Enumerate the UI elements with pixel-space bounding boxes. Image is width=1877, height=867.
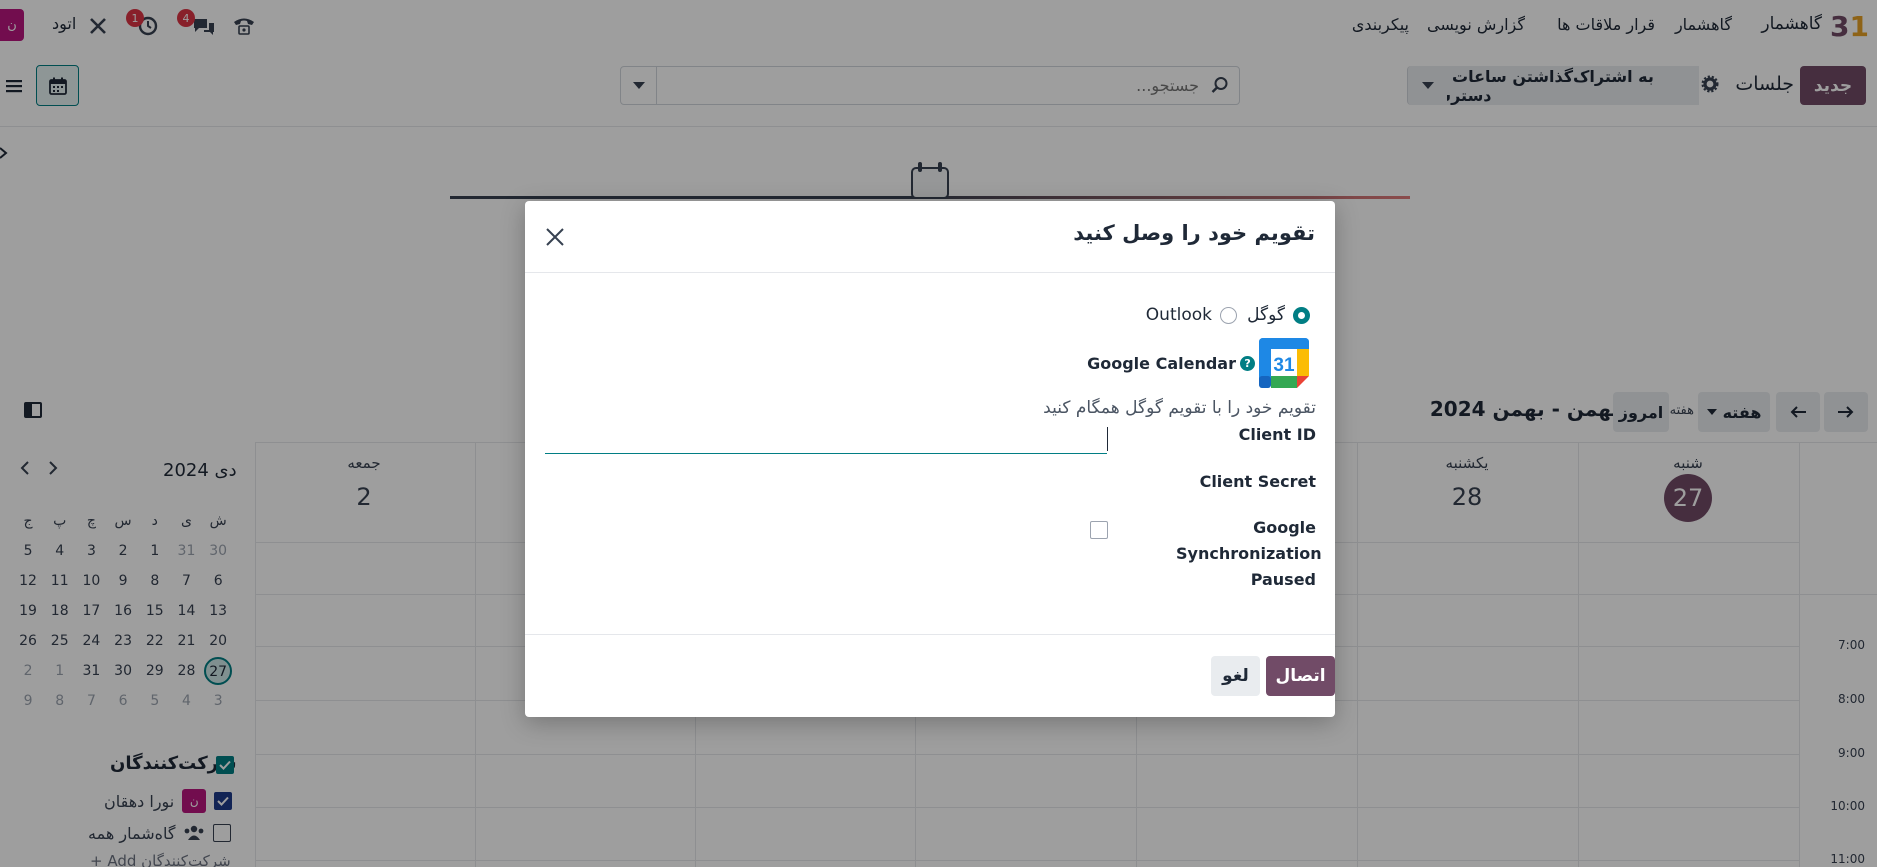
client-id-input[interactable] <box>545 424 1107 454</box>
close-button[interactable] <box>541 223 569 251</box>
text-cursor <box>1107 427 1108 451</box>
provider-label: گوگل <box>1247 305 1285 325</box>
connect-calendar-dialog: تقویم خود را وصل کنید <box>525 201 1335 717</box>
client-id-label: Client ID <box>1238 425 1316 444</box>
sync-description: تقویم خود را با تقویم گوگل همگام کنید <box>1043 398 1316 418</box>
dialog-header: تقویم خود را وصل کنید <box>525 201 1335 273</box>
cancel-button[interactable]: لغو <box>1211 656 1260 696</box>
google-calendar-row: 31 ? Google Calendar <box>1087 338 1309 388</box>
sync-paused-checkbox[interactable] <box>1090 521 1108 539</box>
google-calendar-logo-icon: 31 <box>1259 338 1309 388</box>
google-calendar-logo-text: 31 <box>1273 355 1295 376</box>
radio-unselected-icon <box>1220 306 1237 324</box>
provider-outlook-radio[interactable]: Outlook <box>1146 305 1237 325</box>
provider-label: Outlook <box>1145 305 1212 325</box>
radio-selected-icon <box>1293 306 1310 324</box>
dialog-title: تقویم خود را وصل کنید <box>1073 221 1315 245</box>
sync-paused-label: Google Synchronization Paused <box>1176 518 1322 589</box>
dialog-footer-divider <box>525 634 1335 635</box>
connect-button[interactable]: اتصال <box>1266 656 1335 696</box>
close-icon <box>546 228 564 246</box>
google-calendar-label: Google Calendar <box>1087 353 1236 373</box>
provider-google-radio[interactable]: گوگل <box>1247 305 1310 325</box>
help-icon[interactable]: ? <box>1240 355 1255 371</box>
client-secret-label: Client Secret <box>1199 472 1316 491</box>
